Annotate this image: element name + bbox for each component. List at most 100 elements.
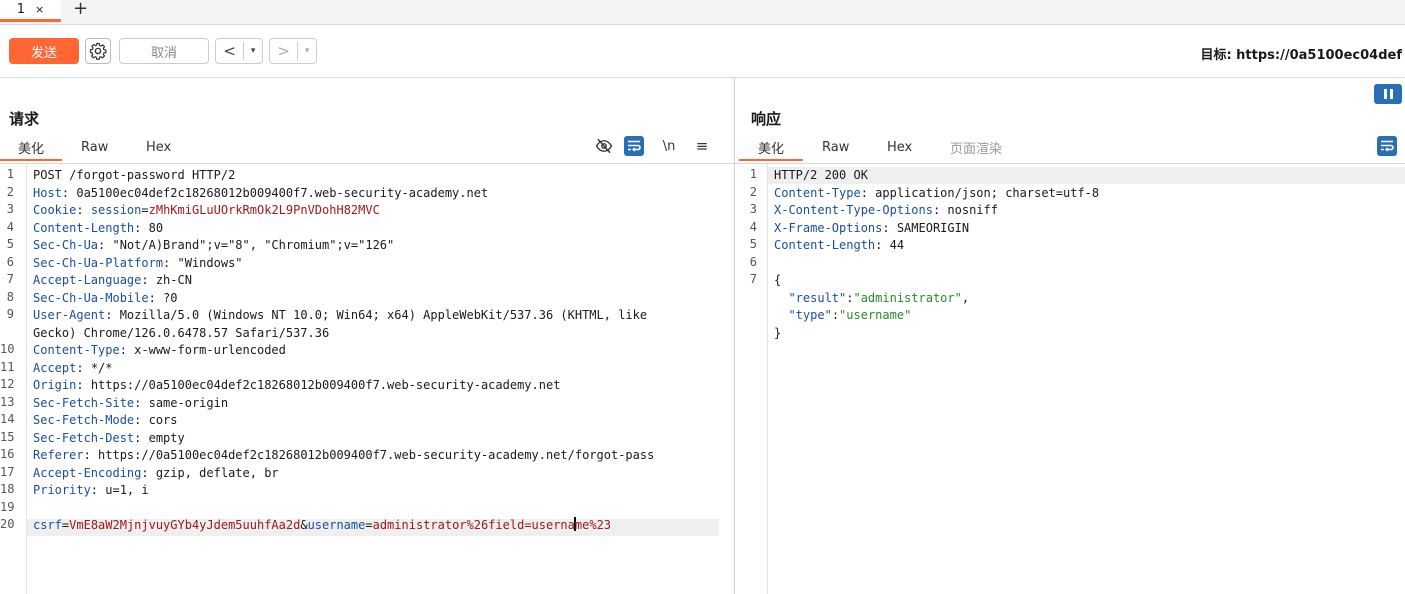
header-value: application/json; charset=utf-8 <box>875 185 1100 200</box>
header-key: Accept <box>33 360 77 375</box>
wrap-icon[interactable] <box>1377 136 1397 156</box>
response-editor[interactable]: 1 2 3 4 5 6 7 HTTP/2 200 OK Content-Type: appli… <box>735 163 1405 594</box>
json-value: "username" <box>839 308 912 322</box>
pause-button[interactable] <box>1374 84 1402 104</box>
code-line: User-Agent: Mozilla/5.0 (Windows NT 10.0… <box>33 307 654 325</box>
header-value: SAMEORIGIN <box>896 220 970 235</box>
pause-icon <box>1389 89 1393 99</box>
separator: : <box>98 238 113 252</box>
tab-pretty[interactable]: 美化 <box>0 135 62 161</box>
code-line: Accept-Encoding: gzip, deflate, br <box>33 465 654 483</box>
pause-icon <box>1383 89 1387 99</box>
line-number: 3 <box>6 202 14 216</box>
tab-hex[interactable]: Hex <box>887 135 912 159</box>
send-button[interactable]: 发送 <box>9 38 79 64</box>
line-number: 9 <box>6 307 14 321</box>
header-key: X-Frame-Options <box>774 220 883 235</box>
line-number: 2 <box>6 184 14 199</box>
param-value: VmE8aW2MjnjvuyGYb4yJdem5uuhfAa2d <box>69 518 301 532</box>
code-line: Accept: */* <box>33 360 654 378</box>
eye-slash-icon[interactable] <box>594 136 614 156</box>
code-line: } <box>774 325 1099 343</box>
code-line: Content-Length: 44 <box>774 237 1099 255</box>
close-icon[interactable]: × <box>35 3 44 16</box>
back-button[interactable]: < ▾ <box>215 38 263 64</box>
settings-button[interactable] <box>85 38 111 64</box>
separator: : <box>105 308 120 322</box>
json-brace: { <box>774 273 782 287</box>
tab-raw[interactable]: Raw <box>81 135 108 159</box>
separator: : <box>61 185 77 200</box>
header-key: Referer <box>33 448 84 462</box>
header-key: Content-Length <box>33 220 135 235</box>
line-number: 6 <box>6 254 14 269</box>
tab-raw[interactable]: Raw <box>822 135 849 159</box>
target-label[interactable]: 目标: https://0a5100ec04def <box>1200 44 1402 63</box>
wrap-icon[interactable] <box>624 136 644 156</box>
add-tab-button[interactable]: + <box>73 0 88 19</box>
separator: : <box>119 343 135 357</box>
request-editor[interactable]: 1 2 3 4 5 6 7 8 9 10 11 12 13 14 15 16 17 18 19 20 POST /fo… <box>0 163 734 594</box>
header-value: ?0 <box>163 290 178 305</box>
separator: : <box>90 483 106 497</box>
code-line: Sec-Fetch-Mode: cors <box>33 412 654 430</box>
separator: & <box>300 518 308 532</box>
code-line: Content-Type: x-www-form-urlencoded <box>33 342 654 360</box>
line-number: 3 <box>749 202 757 216</box>
forward-button[interactable]: > ▾ <box>269 38 317 64</box>
separator: : <box>141 465 156 480</box>
tab-hex[interactable]: Hex <box>146 135 171 159</box>
response-code[interactable]: HTTP/2 200 OK Content-Type: application/j… <box>774 167 1099 342</box>
separator: , <box>961 290 970 305</box>
tab-1[interactable]: 1 × <box>0 0 61 22</box>
response-subtabs: 美化 Raw Hex 页面渲染 <box>735 135 1405 161</box>
response-title: 响应 <box>751 110 782 128</box>
code-line: Sec-Ch-Ua-Platform: "Windows" <box>33 255 654 273</box>
tab-render[interactable]: 页面渲染 <box>950 135 1002 159</box>
code-line: Content-Length: 80 <box>33 220 654 238</box>
header-value: "Not/A)Brand";v="8", "Chromium";v="126" <box>112 238 395 252</box>
line-number: 5 <box>6 237 14 251</box>
header-key: Content-Type <box>774 185 861 200</box>
header-key: Content-Length <box>774 238 876 252</box>
header-key: Accept-Language <box>33 273 142 287</box>
tab-pretty[interactable]: 美化 <box>739 135 803 161</box>
header-key: Host <box>33 185 62 200</box>
header-value: 0a5100ec04def2c18268012b009400f7.web-sec… <box>76 185 489 200</box>
line-number: 20 <box>0 517 15 531</box>
line-number: 4 <box>749 219 757 234</box>
cookie-key: session <box>90 203 142 217</box>
code-line: { <box>774 272 1099 290</box>
chevron-left-icon: < <box>223 42 236 60</box>
request-pane: 请求 美化 Raw Hex \n ≡ 1 2 3 4 5 6 7 8 9 10 11 12 13 14 15… <box>0 78 735 594</box>
request-code[interactable]: POST /forgot-password HTTP/2 Host: 0a5100… <box>33 167 654 535</box>
separator: : <box>831 308 840 322</box>
chevron-down-icon[interactable]: ▾ <box>297 42 316 60</box>
header-value: zh-CN <box>155 273 192 287</box>
chevron-down-icon[interactable]: ▾ <box>243 42 262 60</box>
header-value: "Windows" <box>177 255 243 270</box>
cancel-button[interactable]: 取消 <box>119 38 209 64</box>
line-gutter: 1 2 3 4 5 6 7 8 9 10 11 12 13 14 15 16 17 18 19 20 <box>0 164 27 594</box>
tab-label: 1 <box>16 2 26 17</box>
header-value: https://0a5100ec04def2c18268012b009400f7… <box>98 448 655 462</box>
line-number: 19 <box>0 499 15 514</box>
header-key: Sec-Ch-Ua-Mobile <box>33 290 149 305</box>
header-value: x-www-form-urlencoded <box>134 343 286 357</box>
newline-icon[interactable]: \n <box>659 136 679 156</box>
line-number: 5 <box>749 237 757 251</box>
json-value: "administrator" <box>853 290 962 305</box>
header-value: cors <box>148 413 178 427</box>
line-number: 16 <box>0 447 15 461</box>
separator: : <box>148 290 164 305</box>
param-key: csrf <box>33 518 62 532</box>
header-value: 80 <box>148 220 164 235</box>
json-key: "type" <box>788 308 832 322</box>
header-key: Sec-Fetch-Mode <box>33 413 135 427</box>
code-line: Content-Type: application/json; charset=… <box>774 185 1099 203</box>
menu-icon[interactable]: ≡ <box>692 136 712 156</box>
separator: = <box>141 203 149 217</box>
code-line: Accept-Language: zh-CN <box>33 272 654 290</box>
separator: : <box>141 273 156 287</box>
